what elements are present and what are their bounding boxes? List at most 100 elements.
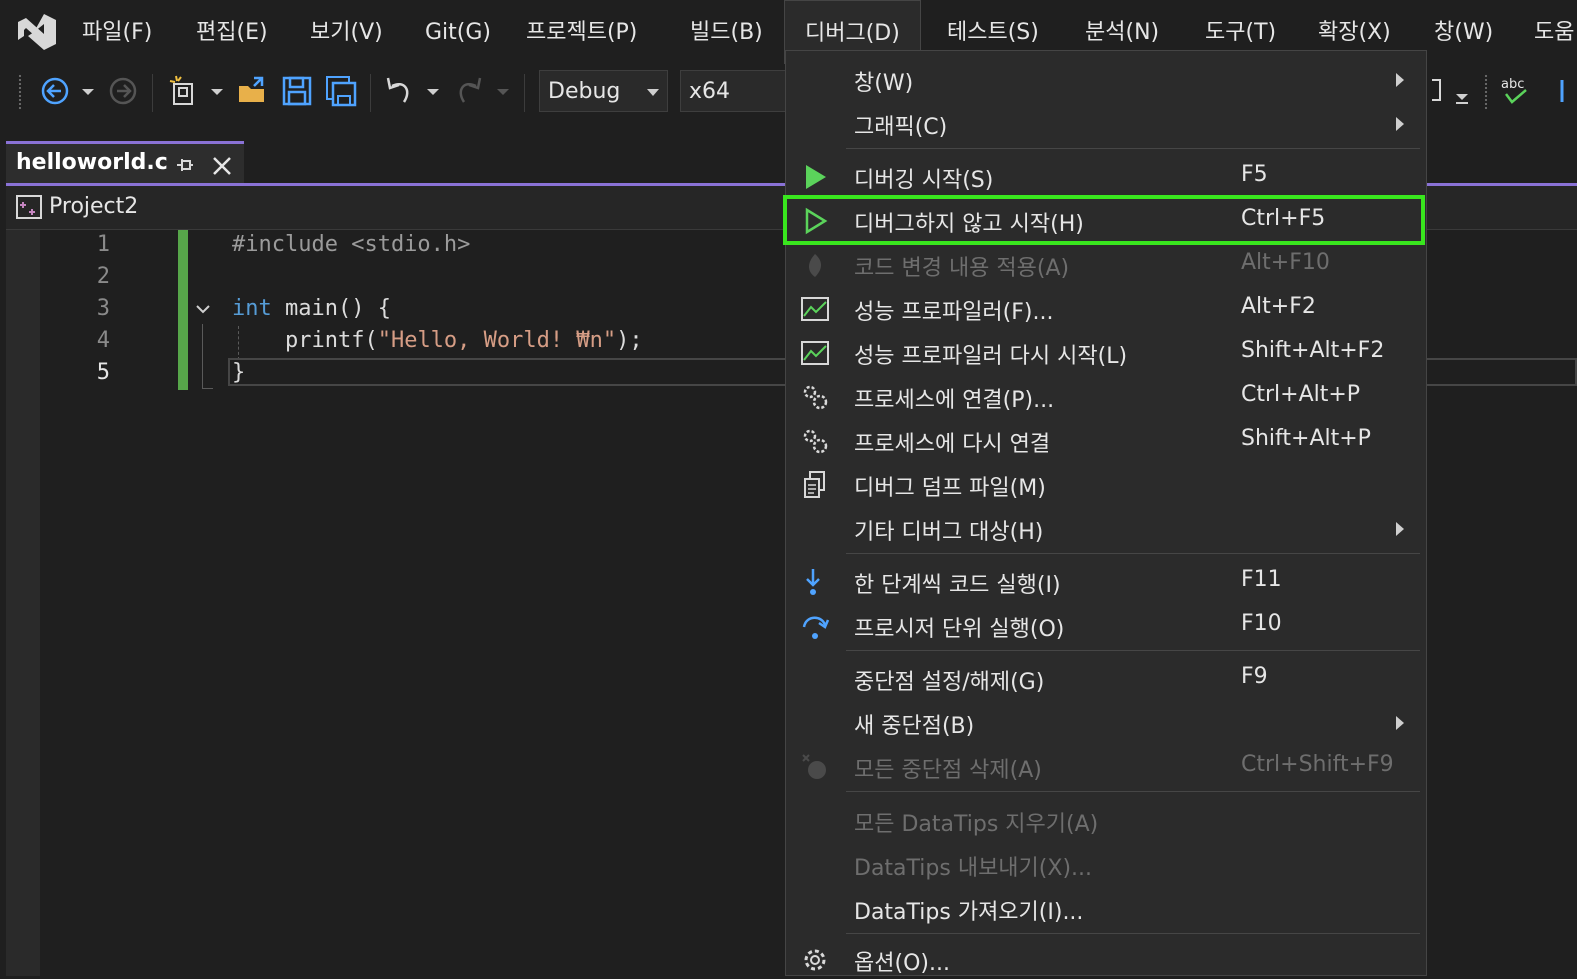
play-filled-icon	[806, 165, 826, 189]
menu-git[interactable]: Git(G)	[413, 0, 503, 64]
menu-separator	[846, 148, 1420, 149]
menu-window[interactable]: 창(W)	[1422, 0, 1505, 64]
menu-item-shortcut: Ctrl+Alt+P	[1241, 382, 1361, 407]
open-folder-icon[interactable]	[236, 74, 270, 108]
menu-item-start-debugging[interactable]: 디버깅 시작(S) F5	[786, 156, 1426, 196]
new-item-icon[interactable]	[168, 74, 202, 108]
back-icon[interactable]	[38, 74, 72, 108]
save-icon[interactable]	[280, 74, 314, 108]
code-line-3[interactable]: int main() {	[232, 296, 391, 321]
menu-separator	[846, 933, 1420, 934]
menu-item-label: 모든 중단점 삭제(A)	[854, 758, 1042, 783]
menu-item-shortcut: F5	[1241, 162, 1268, 187]
toolbar-separator	[152, 74, 153, 112]
menu-item-step-into[interactable]: 한 단계씩 코드 실행(I) F11	[786, 561, 1426, 601]
delete-breakpoints-icon	[802, 754, 826, 779]
code-line-5[interactable]: }	[232, 360, 245, 385]
menu-item-graphics[interactable]: 그래픽(C)	[786, 103, 1426, 143]
redo-dropdown-icon[interactable]	[491, 74, 515, 108]
menu-item-reattach-to-process[interactable]: 프로세스에 다시 연결 Shift+Alt+P	[786, 420, 1426, 460]
line-number: 3	[96, 296, 110, 321]
menu-item-label: 한 단계씩 코드 실행(I)	[854, 573, 1061, 598]
menu-item-toggle-breakpoint[interactable]: 중단점 설정/해제(G) F9	[786, 658, 1426, 698]
menu-item-label: 성능 프로파일러(F)...	[854, 300, 1054, 325]
submenu-arrow-icon	[1396, 73, 1404, 87]
configuration-select[interactable]: Debug	[539, 70, 668, 112]
project-name: Project2	[49, 194, 139, 219]
project-icon	[16, 195, 42, 219]
menu-item-label: DataTips 내보내기(X)...	[854, 856, 1093, 881]
menu-item-shortcut: F9	[1241, 664, 1268, 689]
code-text: );	[616, 328, 643, 353]
toolbar-grip[interactable]	[18, 74, 22, 110]
change-indicator-bar	[178, 230, 188, 390]
menu-edit[interactable]: 편집(E)	[184, 0, 280, 64]
menu-item-window[interactable]: 창(W)	[786, 59, 1426, 99]
menu-item-other-debug-targets[interactable]: 기타 디버그 대상(H)	[786, 508, 1426, 548]
toolbar-overflow-icon[interactable]	[1556, 74, 1577, 108]
pin-icon[interactable]	[174, 154, 196, 176]
line-number: 4	[96, 328, 110, 353]
undo-dropdown-icon[interactable]	[421, 74, 445, 108]
menu-item-shortcut: F11	[1241, 567, 1282, 592]
back-dropdown-icon[interactable]	[76, 74, 100, 108]
comment-icon[interactable]	[1430, 74, 1470, 108]
toolbar-grip[interactable]	[1484, 74, 1488, 110]
submenu-arrow-icon	[1396, 522, 1404, 536]
forward-icon[interactable]	[106, 74, 140, 108]
menu-item-performance-profiler[interactable]: 성능 프로파일러(F)... Alt+F2	[786, 288, 1426, 328]
menu-item-label: 옵션(O)...	[854, 951, 950, 976]
menu-build[interactable]: 빌드(B)	[678, 0, 775, 64]
menu-item-clear-datatips: 모든 DataTips 지우기(A)	[786, 800, 1426, 840]
menu-item-label: 그래픽(C)	[854, 115, 948, 140]
new-item-dropdown-icon[interactable]	[205, 74, 229, 108]
menu-item-label: 프로시저 단위 실행(O)	[854, 617, 1065, 642]
menu-item-debug-dump-file[interactable]: 디버그 덤프 파일(M)	[786, 464, 1426, 504]
menu-item-delete-all-breakpoints: 모든 중단점 삭제(A) Ctrl+Shift+F9	[786, 746, 1426, 786]
tab-title: helloworld.c	[16, 150, 168, 175]
menu-item-shortcut: Ctrl+Shift+F9	[1241, 752, 1394, 777]
save-all-icon[interactable]	[324, 74, 358, 108]
menu-file[interactable]: 파일(F)	[70, 0, 164, 64]
menu-item-new-breakpoint[interactable]: 새 중단점(B)	[786, 702, 1426, 742]
visual-studio-logo-icon[interactable]	[14, 12, 58, 52]
tab-helloworld[interactable]: helloworld.c	[6, 141, 244, 185]
menu-separator	[846, 650, 1420, 651]
menu-item-shortcut: Alt+F2	[1241, 294, 1316, 319]
spell-check-icon[interactable]: abc	[1498, 74, 1532, 108]
gears-icon	[803, 385, 828, 410]
menu-item-import-datatips[interactable]: DataTips 가져오기(I)...	[786, 888, 1426, 928]
menu-item-apply-code-changes: 코드 변경 내용 적용(A) Alt+F10	[786, 244, 1426, 284]
menu-item-attach-to-process[interactable]: 프로세스에 연결(P)... Ctrl+Alt+P	[786, 376, 1426, 416]
code-text: main() {	[271, 296, 391, 321]
menu-item-step-over[interactable]: 프로시저 단위 실행(O) F10	[786, 605, 1426, 645]
code-line-1[interactable]: #include <stdio.h>	[232, 232, 470, 257]
menu-item-label: DataTips 가져오기(I)...	[854, 900, 1084, 925]
platform-select[interactable]: x64	[680, 70, 790, 112]
menu-item-label: 프로세스에 연결(P)...	[854, 388, 1055, 413]
menu-item-restart-profiler[interactable]: 성능 프로파일러 다시 시작(L) Shift+Alt+F2	[786, 332, 1426, 372]
fold-guide	[202, 324, 213, 389]
menu-separator	[846, 791, 1420, 792]
menu-item-shortcut: F10	[1241, 611, 1282, 636]
menu-view[interactable]: 보기(V)	[298, 0, 395, 64]
menu-item-label: 디버그 덤프 파일(M)	[854, 476, 1046, 501]
menu-item-shortcut: Shift+Alt+P	[1241, 426, 1371, 451]
gears-icon	[803, 429, 828, 454]
menu-item-shortcut: Shift+Alt+F2	[1241, 338, 1385, 363]
menu-help[interactable]: 도움	[1522, 0, 1577, 64]
code-line-4[interactable]: printf("Hello, World! ₩n");	[232, 328, 643, 353]
undo-icon[interactable]	[382, 74, 416, 108]
menu-item-label: 모든 DataTips 지우기(A)	[854, 812, 1099, 837]
profiler-icon	[801, 341, 829, 365]
close-icon[interactable]	[210, 154, 234, 178]
line-number: 2	[96, 264, 110, 289]
menu-item-export-datatips: DataTips 내보내기(X)...	[786, 844, 1426, 884]
svg-text:abc: abc	[1501, 77, 1524, 92]
line-number-current: 5	[96, 360, 110, 385]
menu-project[interactable]: 프로젝트(P)	[514, 0, 649, 64]
menu-item-shortcut: Alt+F10	[1241, 250, 1330, 275]
fold-chevron-icon[interactable]	[194, 300, 212, 318]
menu-item-options[interactable]: 옵션(O)...	[786, 939, 1426, 979]
redo-icon[interactable]	[452, 74, 486, 108]
